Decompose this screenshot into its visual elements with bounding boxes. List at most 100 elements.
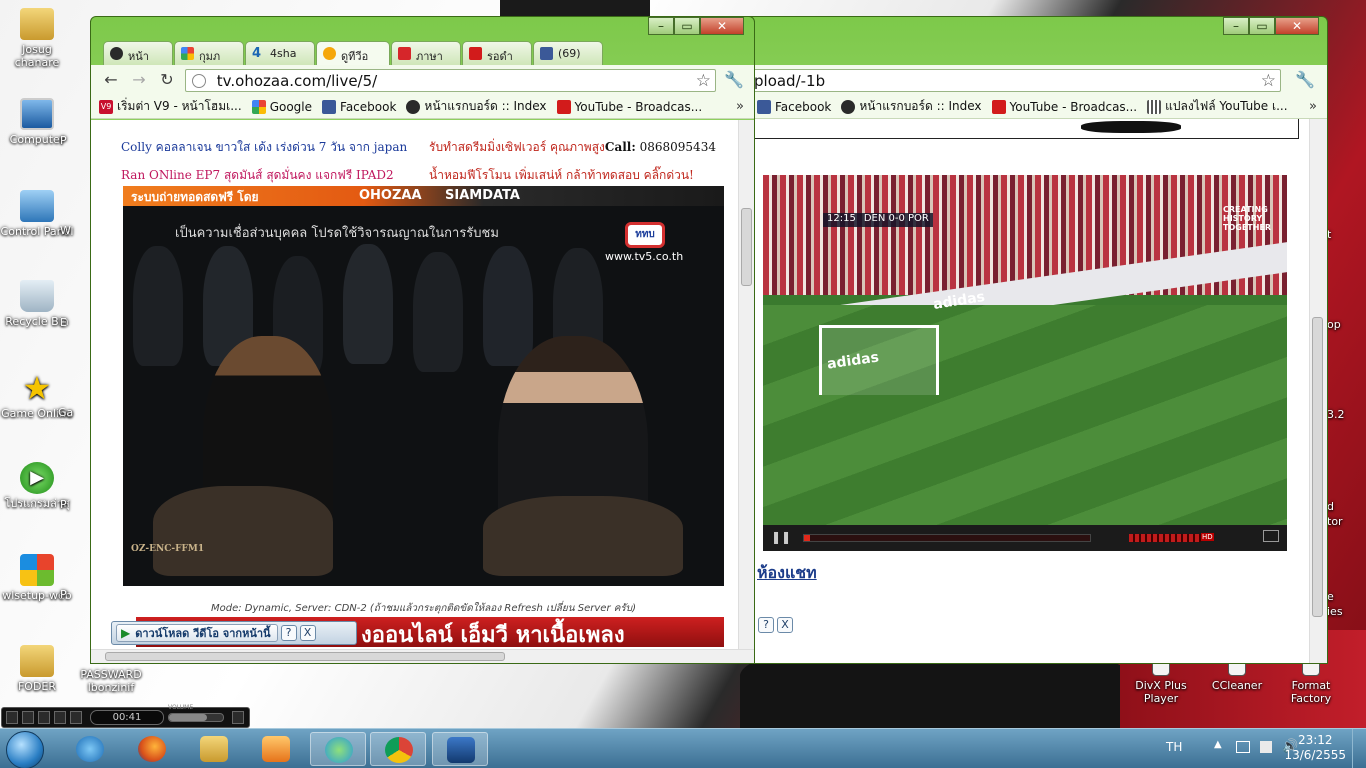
wrench-icon[interactable]: 🔧 [1295,70,1315,89]
show-desktop-button[interactable] [1352,729,1366,768]
pause-button[interactable]: ❚❚ [771,530,791,544]
network-icon[interactable] [1236,741,1250,753]
live-tv-video[interactable]: ระบบถ่ายทอดสดฟรี โดย OHOZAA SIAMDATA เป็… [123,186,724,586]
playback-time: 00:41 [90,710,164,725]
bookmark-v9[interactable]: V9 เริ่มต่า V9 - หน้าโฮมเ... [99,97,242,116]
volume-slider[interactable] [168,713,224,722]
close-button[interactable]: ✕ [1275,17,1319,35]
football-video[interactable]: 12:15 DEN 0-0 POR CREATING HISTORY TOGET… [763,175,1287,530]
close-button[interactable]: X [777,617,793,633]
bookmark-youtube[interactable]: YouTube - Broadcas... [991,99,1137,114]
maximize-button[interactable]: ▭ [1249,17,1275,35]
bookmark-facebook[interactable]: Facebook [757,99,831,114]
tab-youtube[interactable]: รอดำ [462,41,532,65]
facebook-icon [757,99,771,114]
taskbar-chrome[interactable] [370,732,426,766]
flag-icon[interactable] [1260,741,1272,753]
close-button[interactable]: ✕ [700,17,744,35]
address-bar[interactable]: tv.ohozaa.com/live/5/ ☆ [185,69,716,92]
desktop-partial-label: e [1327,590,1334,603]
chat-room-link[interactable]: ห้องแชท [757,561,817,586]
desktop-icon-josug[interactable]: Josug chanare [0,8,74,69]
tab-google[interactable]: กุมภ [174,41,244,65]
youtube-icon [991,99,1006,114]
taskbar-messenger[interactable] [310,732,366,766]
taskbar-media-player[interactable] [248,732,304,766]
stream-banner: ระบบถ่ายทอดสดฟรี โดย OHOZAA SIAMDATA [123,186,724,206]
maximize-button[interactable]: ▭ [674,17,700,35]
ad-link-streaming[interactable]: รับทำสดรีมมิ่งเซิฟเวอร์ คุณภาพสูงCall: 0… [429,138,716,157]
minimize-button[interactable]: – [648,17,674,35]
browser-window-left[interactable]: – ▭ ✕ หน้า กุมภ 4 4sha ดูทีวีอ ภาษา รอดำ… [90,16,755,664]
ad-link-perfume[interactable]: น้ำหอมฟีโรโมน เพิ่มเสน่ห์ กล้าท้าทดสอบ ค… [429,166,694,185]
window-controls: – ▭ ✕ [1223,17,1319,35]
bookmark-youtube[interactable]: YouTube - Broadcas... [556,99,702,114]
taskbar-activity-monitor[interactable] [432,732,488,766]
back-arrow-icon[interactable]: ← [101,71,121,89]
horizontal-scrollbar[interactable] [91,649,754,663]
tab-home[interactable]: หน้า [103,41,173,65]
page-header-graphic [749,119,1299,139]
volume-label: VOLUME [168,704,194,711]
eject-button[interactable] [232,711,244,724]
youtube-icon [469,47,482,60]
scroll-thumb[interactable] [741,208,752,286]
bookmark-youtube-converter[interactable]: แปลงไฟล์ YouTube เ... [1147,97,1288,116]
wrench-icon[interactable]: 🔧 [724,70,744,89]
browser-toolbar: ← → ↻ tv.ohozaa.com/live/5/ ☆ 🔧 [91,65,754,95]
tab-language[interactable]: ภาษา [391,41,461,65]
tab-watch-tv[interactable]: ดูทีวีอ [316,41,390,65]
desktop-icon-foder[interactable]: FODER [0,645,74,693]
vertical-scrollbar[interactable] [1309,119,1327,663]
desktop-icon-divx[interactable]: DivX Plus Player [1124,660,1198,705]
tab-strip: หน้า กุมภ 4 4sha ดูทีวีอ ภาษา รอดำ (69) [103,41,604,65]
download-video-button[interactable]: ▶ ดาวน์โหลด วีดีโอ จากหน้านี้ [116,624,278,642]
address-bar[interactable]: pload/-1b ☆ [747,69,1281,92]
ad-link-ran-online[interactable]: Ran ONline EP7 สุดมันส์ สุดมั่นคง แจกฟรี… [121,166,394,185]
desktop-icon-password[interactable]: PASSWARD lbonzinif [74,668,148,694]
taskbar-explorer[interactable] [186,732,242,766]
play-button[interactable] [6,711,18,724]
close-button[interactable]: X [299,625,316,641]
tab-facebook[interactable]: (69) [533,41,603,65]
bookmark-google[interactable]: Google [251,99,312,114]
bookmark-board-index[interactable]: หน้าแรกบอร์ด :: Index [841,97,982,116]
bookmark-facebook[interactable]: Facebook [322,99,396,114]
next-button[interactable] [70,711,82,724]
reload-icon[interactable]: ↻ [157,71,177,89]
hd-badge[interactable]: HD [1201,533,1214,541]
language-indicator[interactable]: TH [1166,740,1182,754]
bookmarks-overflow-icon[interactable]: » [1309,99,1317,114]
scroll-thumb[interactable] [105,652,505,661]
clock[interactable]: 23:12 13/6/2555 [1284,733,1346,763]
scroll-thumb[interactable] [1312,317,1323,617]
vertical-scrollbar[interactable] [738,120,754,649]
youtube-icon [556,99,571,114]
desktop-icon-ccleaner[interactable]: CCleaner [1200,660,1274,692]
taskbar-firefox[interactable] [124,732,180,766]
bookmark-board-index[interactable]: หน้าแรกบอร์ด :: Index [406,97,547,116]
media-player-icon [262,736,290,762]
bookmark-star-icon[interactable]: ☆ [696,71,711,91]
start-button[interactable] [6,731,44,768]
help-button[interactable]: ? [280,625,297,641]
tab-4shared[interactable]: 4 4sha [245,41,315,65]
previous-button[interactable] [54,711,66,724]
pause-button[interactable] [22,711,34,724]
page-info-icon[interactable] [192,74,206,88]
bookmark-star-icon[interactable]: ☆ [1261,71,1276,91]
minimize-button[interactable]: – [1223,17,1249,35]
fullscreen-button[interactable] [1263,530,1279,542]
progress-bar[interactable] [803,534,1091,542]
ad-link-colly[interactable]: Colly คอลลาเจน ขาวใส เด้ง เร่งด่วน 7 วัน… [121,138,407,157]
browser-window-right[interactable]: – ▭ ✕ pload/-1b ☆ 🔧 Facebook หน้าแรกบอร์… [740,16,1328,664]
taskbar-ie[interactable] [62,732,118,766]
bookmarks-overflow-icon[interactable]: » [736,99,744,114]
volume-bar[interactable] [1129,534,1201,542]
help-button[interactable]: ? [758,617,774,633]
play-icon: ▶ [20,462,54,494]
stop-button[interactable] [38,711,50,724]
desktop-icon-format-factory[interactable]: Format Factory [1274,660,1348,705]
show-hidden-icons-arrow[interactable]: ▲ [1214,739,1222,750]
forward-arrow-icon[interactable]: → [129,71,149,89]
